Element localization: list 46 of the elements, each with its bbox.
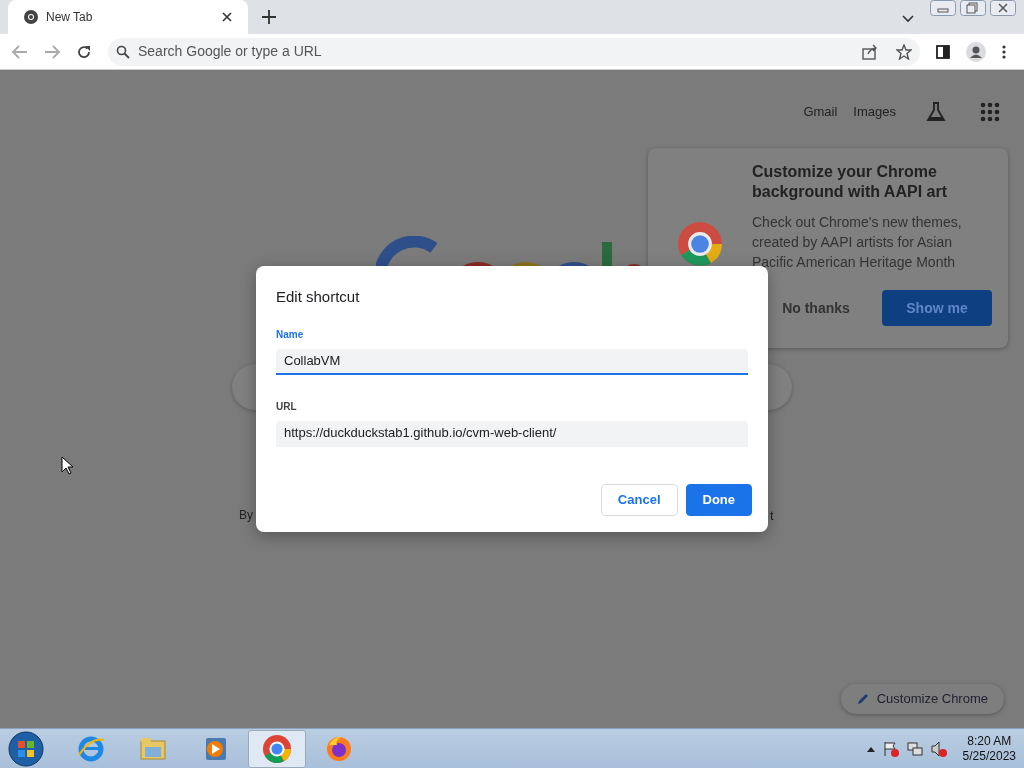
apps-icon[interactable] [980,102,1000,122]
start-button[interactable] [8,730,44,767]
footer-text: t [770,507,774,525]
pencil-icon [856,693,869,705]
flag-icon[interactable] [882,740,899,757]
share-icon[interactable] [862,43,878,60]
clock[interactable]: 8:20 AM 5/25/2023 [962,733,1016,764]
customize-button[interactable]: Customize Chrome [840,684,1004,714]
header-link[interactable]: Images [853,102,896,122]
dismiss-button[interactable]: No thanks [766,290,866,326]
input-field[interactable]: https://duckduckstab1.github.io/cvm-web-client/ [276,420,748,447]
profile-icon[interactable] [966,41,986,62]
flask-icon[interactable] [926,102,946,122]
cancel-button[interactable]: Cancel [600,484,678,516]
close-icon[interactable] [222,12,232,22]
footer-text: By [239,507,253,524]
menu-icon[interactable] [1002,44,1006,59]
done-button[interactable]: Done [685,484,752,516]
network-icon[interactable] [906,740,923,757]
tab-title: New Tab [46,9,94,26]
cursor-icon [61,456,73,475]
input-field[interactable]: CollabVM [276,348,748,375]
new-tab-icon[interactable] [262,10,276,24]
restore-button[interactable] [960,0,986,16]
firefox-icon[interactable] [325,734,353,763]
clock-date: 5/25/2023 [962,748,1016,764]
field-label: URL [276,399,298,414]
volume-muted-icon[interactable] [930,740,947,757]
promo-text: Check out Chrome's new themes, created by AAPI artists for Asian Pacific American Heritage Month [752,213,963,272]
chrome-icon [24,10,38,24]
side-panel-icon[interactable] [936,44,950,59]
close-button[interactable] [990,0,1016,16]
chevron-up-icon[interactable] [866,745,875,752]
clock-time: 8:20 AM [966,733,1013,749]
browser-tab[interactable]: New Tab [8,0,248,34]
address-bar[interactable]: Search Google or type a URL [108,37,920,66]
field-label: Name [276,327,305,342]
star-icon[interactable] [896,43,912,60]
reload-icon[interactable] [76,43,92,60]
show-me-button[interactable]: Show me [882,290,992,326]
chevron-down-icon[interactable] [902,15,914,23]
promo-title: Customize your Chrome background with AAPI art [752,162,948,202]
dialog-title: Edit shortcut [276,287,361,307]
search-icon [116,44,130,59]
chrome-icon[interactable] [263,734,291,763]
header-link[interactable]: Gmail [803,102,838,122]
